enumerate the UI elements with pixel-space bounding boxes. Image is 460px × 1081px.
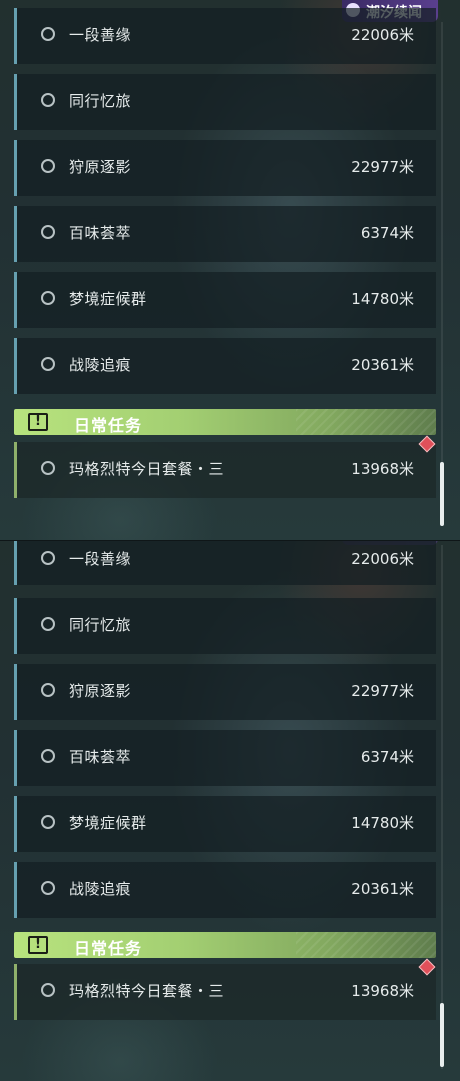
scrollbar-track[interactable] xyxy=(441,22,443,526)
exclamation-icon: ! xyxy=(28,936,48,954)
radio-icon[interactable] xyxy=(41,461,55,475)
quest-item[interactable]: 同行忆旅 xyxy=(14,74,436,130)
quest-name: 百味荟萃 xyxy=(69,224,132,242)
quest-distance: 22977米 xyxy=(351,158,414,176)
quest-distance: 13968米 xyxy=(351,460,414,478)
quest-name: 战陵追痕 xyxy=(69,356,132,374)
quest-distance: 14780米 xyxy=(351,814,414,832)
quest-item[interactable]: 狩原逐影 22977米 xyxy=(14,664,436,720)
quest-distance: 14780米 xyxy=(351,290,414,308)
section-title: 日常任务 xyxy=(74,416,143,435)
quest-distance: 20361米 xyxy=(351,356,414,374)
quest-item[interactable]: 一段善缘 22006米 xyxy=(14,8,436,64)
quest-distance: 6374米 xyxy=(360,224,414,242)
quest-list-panel-2: 一段善缘 22006米 同行忆旅 狩原逐影 22977米 百味荟萃 6374米 … xyxy=(0,540,460,1081)
daily-quest-item[interactable]: 玛格烈特今日套餐・三 13968米 xyxy=(14,964,436,1020)
header-decoration xyxy=(296,932,436,958)
quest-name: 同行忆旅 xyxy=(69,92,132,110)
quest-item[interactable]: 战陵追痕 20361米 xyxy=(14,862,436,918)
quest-name: 玛格烈特今日套餐・三 xyxy=(69,460,225,478)
quest-name: 梦境症候群 xyxy=(69,290,147,308)
quest-item[interactable]: 梦境症候群 14780米 xyxy=(14,272,436,328)
radio-icon[interactable] xyxy=(41,881,55,895)
radio-icon[interactable] xyxy=(41,93,55,107)
daily-tasks-header: ! 日常任务 xyxy=(14,409,436,435)
quest-distance: 13968米 xyxy=(351,982,414,1000)
quest-item[interactable]: 百味荟萃 6374米 xyxy=(14,730,436,786)
daily-quest-item[interactable]: 玛格烈特今日套餐・三 13968米 xyxy=(14,442,436,498)
radio-icon[interactable] xyxy=(41,357,55,371)
radio-icon[interactable] xyxy=(41,27,55,41)
quest-distance: 22006米 xyxy=(351,550,414,568)
quest-name: 狩原逐影 xyxy=(69,682,132,700)
quest-item[interactable]: 百味荟萃 6374米 xyxy=(14,206,436,262)
daily-tasks-header: ! 日常任务 xyxy=(14,932,436,958)
radio-icon[interactable] xyxy=(41,159,55,173)
quest-item[interactable]: 战陵追痕 20361米 xyxy=(14,338,436,394)
quest-name: 同行忆旅 xyxy=(69,616,132,634)
radio-icon[interactable] xyxy=(41,225,55,239)
radio-icon[interactable] xyxy=(41,551,55,565)
quest-item[interactable]: 梦境症候群 14780米 xyxy=(14,796,436,852)
quest-distance: 22977米 xyxy=(351,682,414,700)
section-title: 日常任务 xyxy=(74,939,143,958)
radio-icon[interactable] xyxy=(41,983,55,997)
exclamation-icon: ! xyxy=(28,413,48,431)
radio-icon[interactable] xyxy=(41,749,55,763)
quest-item[interactable]: 一段善缘 22006米 xyxy=(14,541,436,585)
quest-name: 百味荟萃 xyxy=(69,748,132,766)
quest-distance: 20361米 xyxy=(351,880,414,898)
radio-icon[interactable] xyxy=(41,815,55,829)
header-decoration xyxy=(296,409,436,435)
quest-name: 梦境症候群 xyxy=(69,814,147,832)
quest-item[interactable]: 狩原逐影 22977米 xyxy=(14,140,436,196)
quest-distance: 22006米 xyxy=(351,26,414,44)
scrollbar-track[interactable] xyxy=(441,545,443,1069)
quest-name: 狩原逐影 xyxy=(69,158,132,176)
scrollbar-thumb[interactable] xyxy=(440,1003,444,1067)
quest-list-panel-1: 潮汐续闻 一段善缘 22006米 同行忆旅 狩原逐影 22977米 百味荟萃 6… xyxy=(0,0,460,540)
radio-icon[interactable] xyxy=(41,683,55,697)
radio-icon[interactable] xyxy=(41,617,55,631)
quest-distance: 6374米 xyxy=(360,748,414,766)
scrollbar-thumb[interactable] xyxy=(440,462,444,526)
quest-name: 一段善缘 xyxy=(69,550,132,568)
quest-item[interactable]: 同行忆旅 xyxy=(14,598,436,654)
radio-icon[interactable] xyxy=(41,291,55,305)
quest-name: 战陵追痕 xyxy=(69,880,132,898)
quest-name: 玛格烈特今日套餐・三 xyxy=(69,982,225,1000)
quest-name: 一段善缘 xyxy=(69,26,132,44)
